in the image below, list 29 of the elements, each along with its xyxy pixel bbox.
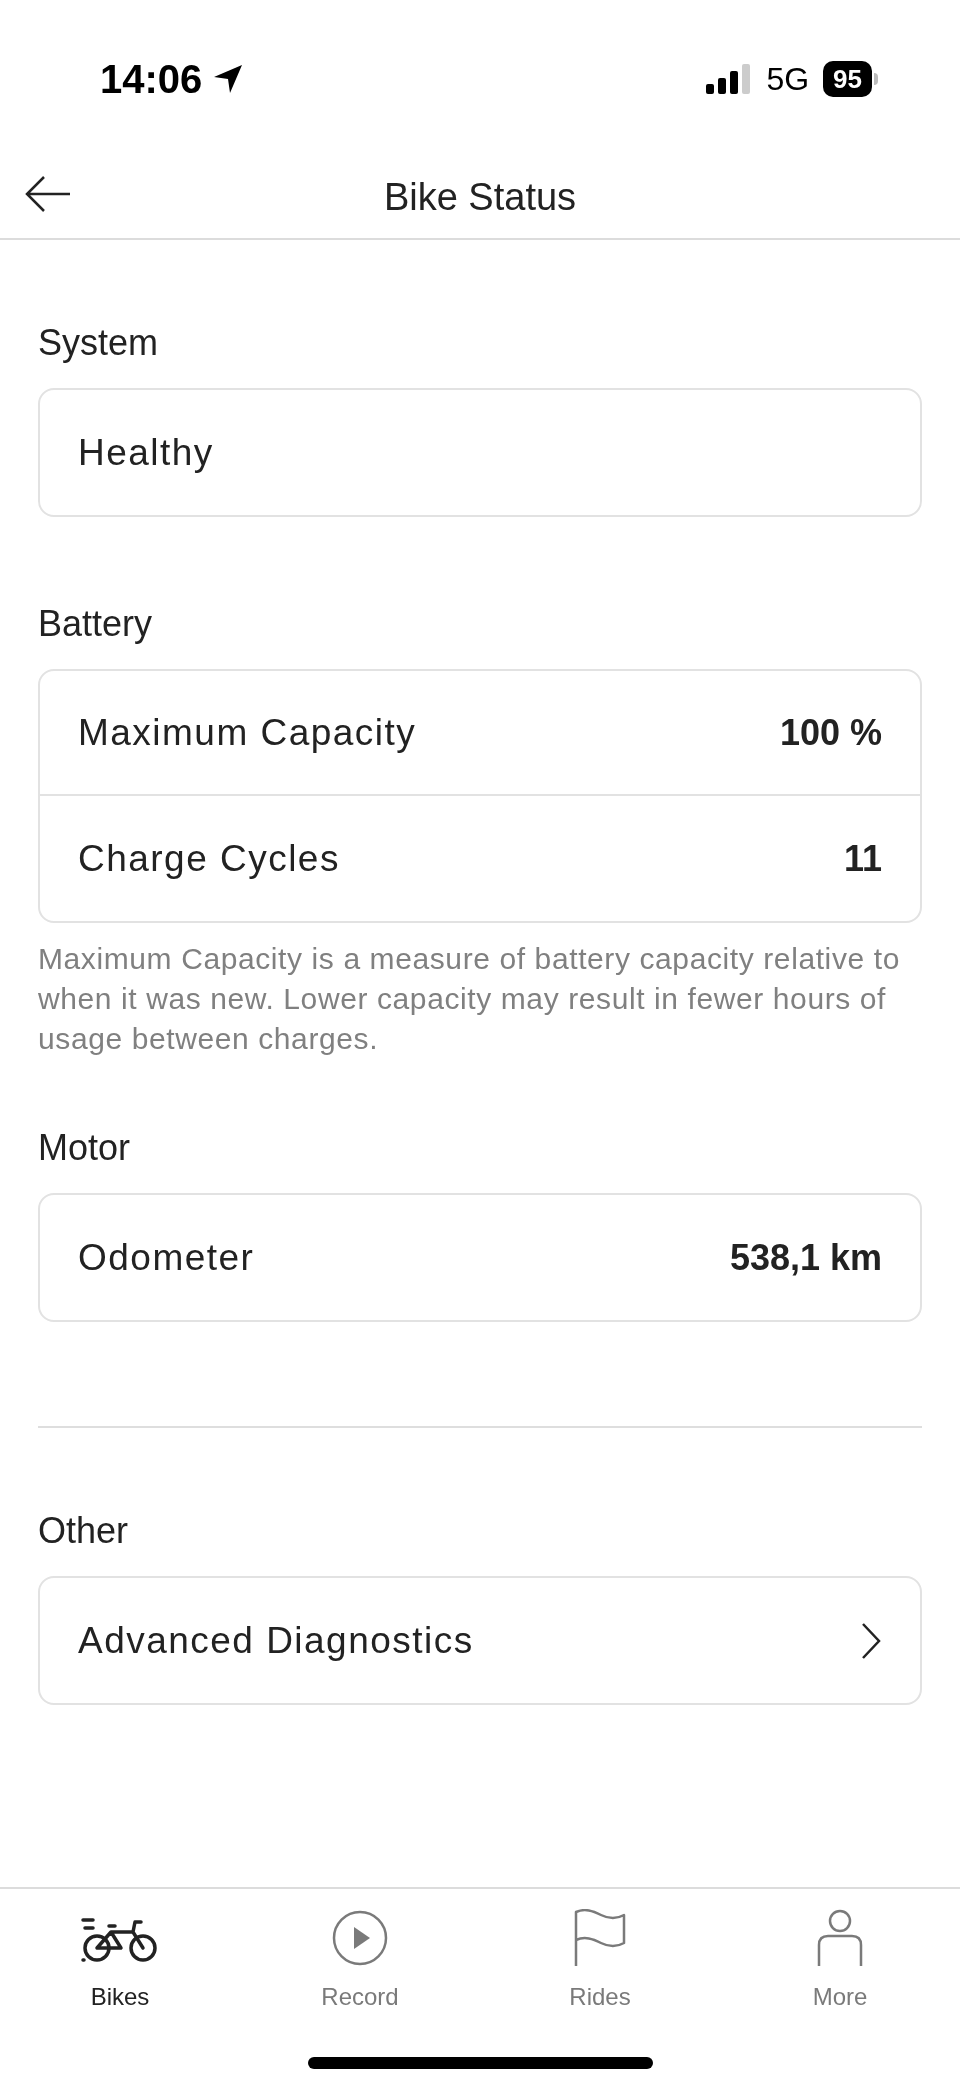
back-button[interactable] — [24, 174, 72, 214]
row-label: Healthy — [78, 430, 214, 475]
tab-item[interactable]: Bikes — [50, 1907, 190, 2015]
person-icon — [816, 1909, 864, 1967]
battery-cap-icon — [874, 73, 878, 85]
row-label: Advanced Diagnostics — [78, 1618, 474, 1663]
row-value: 11 — [843, 836, 882, 881]
tab-item[interactable]: Rides — [530, 1907, 670, 2015]
clock-time: 14:06 — [100, 56, 203, 103]
row-value: 100 % — [779, 710, 882, 755]
row-label: Charge Cycles — [78, 836, 340, 881]
section-title: System — [38, 321, 160, 365]
section-title: Motor — [38, 1126, 132, 1170]
battery-level: 95 — [823, 61, 872, 97]
row-value: 538,1 km — [729, 1235, 882, 1280]
row-label: Maximum Capacity — [78, 710, 417, 755]
section-card[interactable]: Advanced Diagnostics — [38, 1576, 922, 1705]
section-title: Other — [38, 1509, 130, 1553]
flag-icon — [573, 1909, 627, 1967]
network-type: 5G — [766, 60, 810, 99]
tab-item[interactable]: Record — [290, 1907, 430, 2015]
play-icon — [332, 1910, 388, 1966]
location-arrow-icon — [212, 63, 245, 95]
section-note: Maximum Capacity is a measure of battery capacity relative to when it was new. Lower capacity may result in fewer hours of usage between charges. — [38, 941, 901, 1057]
signal-icon — [706, 64, 753, 94]
tab-item[interactable]: More — [770, 1907, 910, 2015]
page-title: Bike Status — [383, 174, 577, 220]
row-label: Odometer — [78, 1235, 255, 1280]
section-title: Battery — [38, 602, 154, 646]
